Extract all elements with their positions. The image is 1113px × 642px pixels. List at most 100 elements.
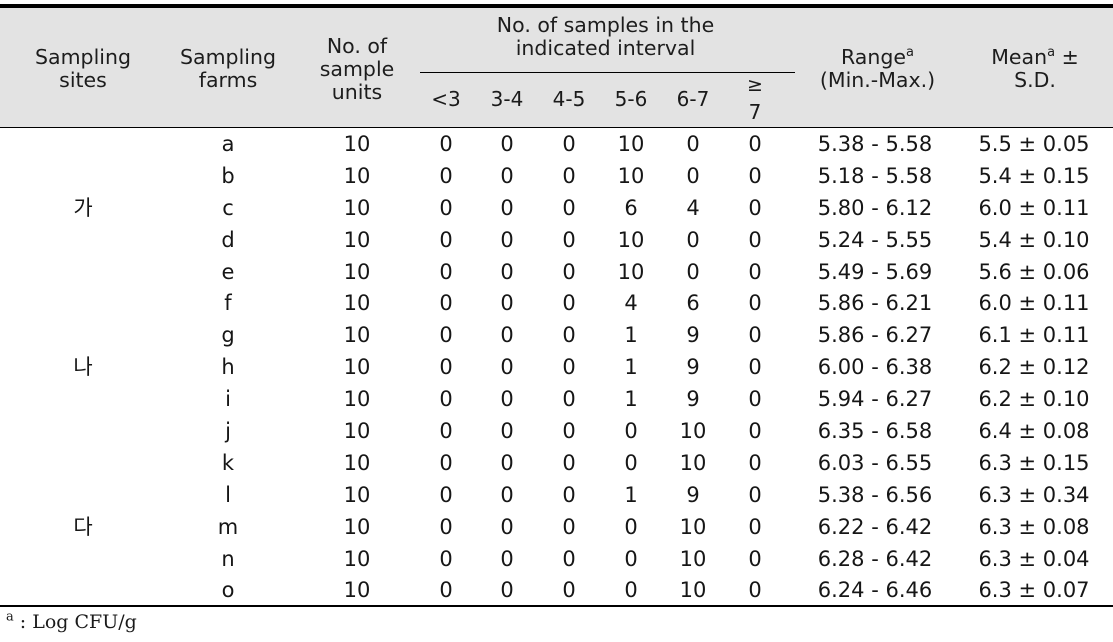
sampling-farm-cell: n bbox=[221, 546, 235, 571]
column-header-interval-group: No. of samples in the indicated interval bbox=[416, 14, 795, 60]
interval-cell-3: 0 bbox=[624, 578, 638, 603]
range-cell: 5.24 - 5.55 bbox=[817, 227, 933, 252]
interval-cell-1: 0 bbox=[500, 578, 514, 603]
interval-cell-5: 0 bbox=[748, 195, 762, 220]
interval-cell-5: 0 bbox=[748, 387, 762, 412]
interval-cell-3: 0 bbox=[624, 514, 638, 539]
interval-cell-1: 0 bbox=[500, 323, 514, 348]
interval-cell-2: 0 bbox=[562, 419, 576, 444]
sample-units-line2: sample bbox=[319, 57, 395, 81]
sampling-farms-line2: farms bbox=[198, 68, 258, 92]
mean-line1: Meana ± bbox=[960, 46, 1110, 69]
interval-cell-0: 0 bbox=[439, 291, 453, 316]
table-row: i 10 0 0 0 1 9 0 5.94 - 6.27 6.2 ± 0.10 bbox=[0, 383, 1113, 415]
range-cell: 5.18 - 5.58 bbox=[817, 163, 933, 188]
table-row: 나 h 10 0 0 0 1 9 0 6.00 - 6.38 6.2 ± 0.12 bbox=[0, 351, 1113, 383]
range-superscript: a bbox=[906, 45, 914, 61]
interval-cell-3: 10 bbox=[617, 227, 645, 252]
sample-units-cell: 10 bbox=[343, 163, 371, 188]
interval-cell-3: 4 bbox=[624, 291, 638, 316]
interval-cell-4: 10 bbox=[679, 578, 707, 603]
sample-units-cell: 10 bbox=[343, 323, 371, 348]
table-row: g 10 0 0 0 1 9 0 5.86 - 6.27 6.1 ± 0.11 bbox=[0, 319, 1113, 351]
interval-group-line1: No. of samples in the bbox=[496, 13, 715, 37]
interval-cell-1: 0 bbox=[500, 163, 514, 188]
interval-cell-1: 0 bbox=[500, 450, 514, 475]
range-label: Range bbox=[841, 45, 906, 69]
interval-cell-4: 0 bbox=[686, 132, 700, 156]
interval-cell-1: 0 bbox=[500, 259, 514, 284]
interval-cell-1: 0 bbox=[500, 419, 514, 444]
range-cell: 5.80 - 6.12 bbox=[817, 195, 933, 220]
interval-cell-5: 0 bbox=[748, 259, 762, 284]
range-cell: 5.38 - 5.58 bbox=[817, 132, 933, 156]
interval-cell-2: 0 bbox=[562, 578, 576, 603]
interval-cell-3: 10 bbox=[617, 163, 645, 188]
interval-cell-4: 10 bbox=[679, 419, 707, 444]
interval-cell-0: 0 bbox=[439, 482, 453, 507]
greater-equal-icon: ≥ bbox=[747, 74, 763, 96]
sampling-sites-line1: Sampling bbox=[35, 45, 131, 69]
sampling-farm-cell: g bbox=[221, 323, 235, 348]
sampling-farm-cell: b bbox=[221, 163, 235, 188]
interval-cell-1: 0 bbox=[500, 514, 514, 539]
mean-cell: 6.3 ± 0.07 bbox=[978, 578, 1090, 603]
column-header-sampling-farms: Sampling farms bbox=[158, 46, 298, 92]
sampling-farm-cell: l bbox=[225, 482, 231, 507]
sample-units-cell: 10 bbox=[343, 482, 371, 507]
interval-cell-5: 0 bbox=[748, 163, 762, 188]
interval-cell-5: 0 bbox=[748, 578, 762, 603]
interval-cell-4: 9 bbox=[686, 355, 700, 380]
interval-cell-3: 0 bbox=[624, 419, 638, 444]
interval-cell-5: 0 bbox=[748, 419, 762, 444]
interval-cell-1: 0 bbox=[500, 546, 514, 571]
sampling-farm-cell: m bbox=[217, 514, 239, 539]
interval-cell-4: 0 bbox=[686, 259, 700, 284]
sampling-farm-cell: i bbox=[225, 387, 231, 412]
table-header: Sampling sites Sampling farms No. of sam… bbox=[0, 4, 1113, 128]
range-cell: 6.03 - 6.55 bbox=[817, 450, 933, 475]
mean-cell: 5.6 ± 0.06 bbox=[978, 259, 1090, 284]
interval-group-line2: indicated interval bbox=[515, 36, 696, 60]
range-cell: 6.22 - 6.42 bbox=[817, 514, 933, 539]
interval-cell-3: 10 bbox=[617, 259, 645, 284]
column-header-interval-3: 5-6 bbox=[614, 87, 648, 111]
interval-cell-3: 0 bbox=[624, 546, 638, 571]
range-cell: 5.86 - 6.21 bbox=[817, 291, 933, 316]
interval-cell-2: 0 bbox=[562, 450, 576, 475]
interval-cell-0: 0 bbox=[439, 514, 453, 539]
interval-cell-4: 6 bbox=[686, 291, 700, 316]
interval-cell-4: 10 bbox=[679, 546, 707, 571]
column-header-interval-2: 4-5 bbox=[552, 87, 586, 111]
mean-cell: 6.1 ± 0.11 bbox=[978, 323, 1090, 348]
sample-units-cell: 10 bbox=[343, 546, 371, 571]
sampling-farm-cell: h bbox=[221, 355, 235, 380]
mean-cell: 6.3 ± 0.34 bbox=[978, 482, 1090, 507]
interval-cell-3: 1 bbox=[624, 482, 638, 507]
range-cell: 6.00 - 6.38 bbox=[817, 355, 933, 380]
sampling-sites-line2: sites bbox=[59, 68, 107, 92]
interval-cell-0: 0 bbox=[439, 450, 453, 475]
sample-units-cell: 10 bbox=[343, 419, 371, 444]
sample-units-cell: 10 bbox=[343, 291, 371, 316]
column-header-sample-units: No. of sample units bbox=[298, 35, 416, 104]
sampling-farm-cell: k bbox=[221, 450, 235, 475]
interval-cell-2: 0 bbox=[562, 259, 576, 284]
interval-cell-1: 0 bbox=[500, 132, 514, 156]
sample-units-cell: 10 bbox=[343, 259, 371, 284]
mean-cell: 6.3 ± 0.15 bbox=[978, 450, 1090, 475]
sample-units-cell: 10 bbox=[343, 132, 371, 156]
interval-cell-2: 0 bbox=[562, 291, 576, 316]
interval-cell-3: 0 bbox=[624, 450, 638, 475]
mean-superscript: a bbox=[1047, 45, 1056, 61]
range-line1: Rangea bbox=[795, 46, 960, 69]
footnote-text: : Log CFU/g bbox=[13, 611, 137, 633]
mean-cell: 6.0 ± 0.11 bbox=[978, 195, 1090, 220]
interval-cell-0: 0 bbox=[439, 355, 453, 380]
sampling-farm-cell: f bbox=[224, 291, 232, 316]
interval-cell-3: 1 bbox=[624, 387, 638, 412]
sample-units-cell: 10 bbox=[343, 578, 371, 603]
range-cell: 5.38 - 6.56 bbox=[817, 482, 933, 507]
interval-cell-3: 6 bbox=[624, 195, 638, 220]
table-row: a 10 0 0 0 10 0 0 5.38 - 5.58 5.5 ± 0.05 bbox=[0, 128, 1113, 160]
